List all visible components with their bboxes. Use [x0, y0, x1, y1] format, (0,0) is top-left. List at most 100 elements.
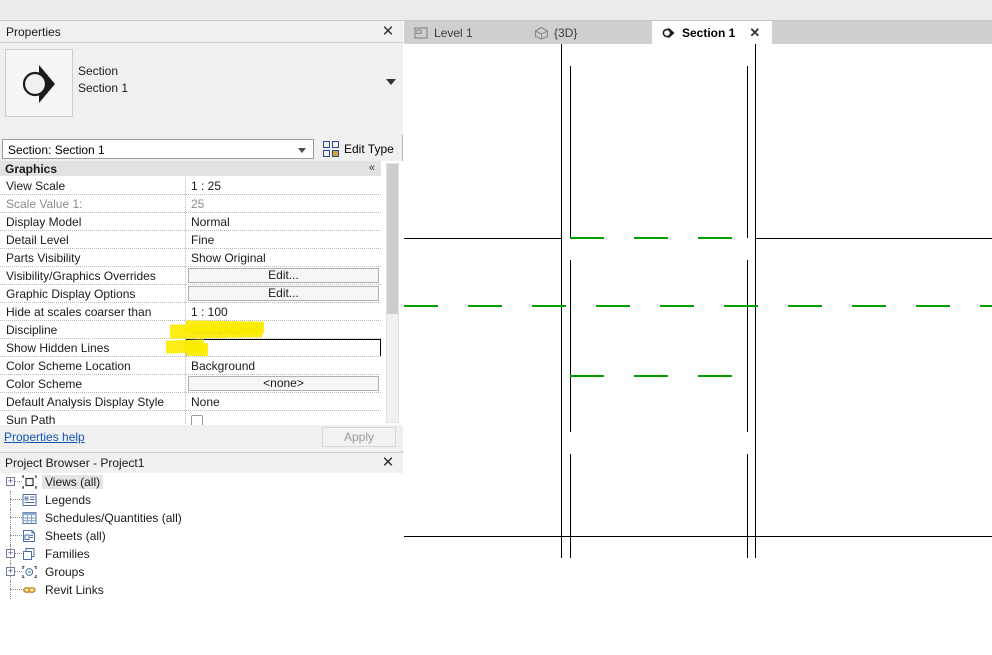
properties-footer: Properties help Apply — [0, 425, 403, 451]
property-row[interactable]: View Scale 1 : 25 — [0, 177, 381, 195]
property-value-cell[interactable]: <none> — [186, 375, 381, 392]
wall-line-vertical — [570, 260, 571, 432]
properties-group-header[interactable]: Graphics « — [0, 161, 381, 177]
hidden-line-dash — [570, 375, 604, 377]
wall-line-vertical — [570, 454, 571, 558]
property-name: Detail Level — [0, 231, 186, 248]
sidebar-item-schedules-quantities-all[interactable]: Schedules/Quantities (all) — [0, 509, 403, 527]
close-icon[interactable]: ✕ — [379, 23, 397, 41]
property-value-cell[interactable]: Coordination — [186, 321, 381, 338]
project-browser-panel: Project Browser - Project1 ✕ + Views (all… — [0, 452, 403, 655]
sidebar-item-legends[interactable]: Legends — [0, 491, 403, 509]
sidebar-item-label: Groups — [45, 565, 85, 579]
property-value-editor[interactable]: All — [186, 339, 381, 356]
properties-help-link[interactable]: Properties help — [4, 430, 85, 444]
3d-view-icon — [534, 26, 549, 40]
hidden-line-dash — [698, 237, 732, 239]
property-row[interactable]: Parts Visibility Show Original — [0, 249, 381, 267]
expand-icon[interactable]: + — [6, 477, 15, 486]
floor-line-horizontal — [404, 536, 992, 537]
hidden-line-dash — [698, 375, 732, 377]
chevron-up-icon[interactable]: « — [369, 162, 375, 174]
property-value-cell[interactable] — [186, 411, 381, 425]
property-value-cell[interactable]: All — [186, 339, 381, 356]
property-value-cell[interactable]: Fine — [186, 231, 381, 248]
property-name: Graphic Display Options — [0, 285, 186, 302]
tree-guide-line — [10, 581, 11, 599]
tab-label: Section 1 — [682, 25, 736, 40]
sidebar-item-views-all[interactable]: + Views (all) — [0, 473, 403, 491]
property-row[interactable]: Sun Path — [0, 411, 381, 425]
property-row[interactable]: Visibility/Graphics Overrides Edit... — [0, 267, 381, 285]
property-value-cell[interactable]: 25 — [186, 195, 381, 212]
view-area: Level 1 {3D} Section 1 ✕ — [404, 21, 992, 655]
property-value-cell[interactable]: 1 : 100 — [186, 303, 381, 320]
group-header-label: Graphics — [5, 162, 58, 176]
revit-window: Properties ✕ Section Section 1 Section: … — [0, 0, 992, 655]
property-row[interactable]: Discipline Coordination — [0, 321, 381, 339]
property-value-cell[interactable]: Normal — [186, 213, 381, 230]
properties-grid: Graphics « View Scale 1 : 25 Scale Value 1… — [0, 161, 403, 425]
left-panel-column: Properties ✕ Section Section 1 Section: … — [0, 21, 403, 655]
sidebar-item-sheets-all[interactable]: Sheets (all) — [0, 527, 403, 545]
floor-line-horizontal — [756, 238, 992, 239]
sidebar-item-groups[interactable]: + Groups — [0, 563, 403, 581]
tab-level-1[interactable]: Level 1 — [404, 21, 524, 44]
property-value-cell[interactable]: Show Original — [186, 249, 381, 266]
property-row[interactable]: Hide at scales coarser than 1 : 100 — [0, 303, 381, 321]
chevron-down-icon — [298, 148, 306, 153]
hidden-line-dash — [634, 237, 668, 239]
expand-icon[interactable]: + — [6, 567, 15, 576]
apply-button[interactable]: Apply — [322, 427, 396, 447]
tab-label: {3D} — [554, 25, 578, 40]
property-row[interactable]: Scale Value 1: 25 — [0, 195, 381, 213]
property-edit-button[interactable]: Edit... — [188, 268, 379, 283]
property-row[interactable]: Default Analysis Display Style None — [0, 393, 381, 411]
type-selector-value: Section: Section 1 — [8, 143, 105, 157]
property-value-cell[interactable]: Background — [186, 357, 381, 374]
wall-line-vertical — [561, 44, 562, 558]
property-edit-button[interactable]: Edit... — [188, 286, 379, 301]
property-value-cell[interactable]: None — [186, 393, 381, 410]
expand-icon[interactable]: + — [6, 549, 15, 558]
section-icon — [662, 26, 676, 40]
wall-line-vertical — [747, 454, 748, 558]
close-icon[interactable]: ✕ — [749, 25, 760, 41]
sidebar-item-revit-links[interactable]: Revit Links — [0, 581, 403, 599]
tab-3d[interactable]: {3D} — [524, 21, 652, 44]
properties-type-header: Section Section 1 — [0, 43, 403, 135]
sheets-icon — [22, 529, 37, 543]
project-browser-title-label: Project Browser - Project1 — [5, 456, 145, 470]
property-edit-button[interactable]: <none> — [188, 376, 379, 391]
property-row[interactable]: Color Scheme Location Background — [0, 357, 381, 375]
property-value-cell[interactable]: Edit... — [186, 285, 381, 302]
property-value-cell[interactable]: Edit... — [186, 267, 381, 284]
chevron-down-icon[interactable] — [386, 79, 396, 85]
tree-guide-line — [10, 517, 22, 518]
property-row[interactable]: Display Model Normal — [0, 213, 381, 231]
property-row[interactable]: Detail Level Fine — [0, 231, 381, 249]
scrollbar-thumb[interactable] — [387, 164, 398, 314]
property-row[interactable]: Show Hidden Lines All — [0, 339, 381, 357]
property-row[interactable]: Graphic Display Options Edit... — [0, 285, 381, 303]
property-name: Parts Visibility — [0, 249, 186, 266]
property-name: Color Scheme — [0, 375, 186, 392]
edit-type-button[interactable]: Edit Type — [320, 139, 397, 159]
properties-scrollbar[interactable] — [386, 163, 399, 423]
type-preview-box — [5, 49, 73, 117]
close-icon[interactable]: ✕ — [379, 454, 397, 472]
hidden-line-dash — [532, 305, 566, 307]
property-value-cell[interactable]: 1 : 25 — [186, 177, 381, 194]
property-name: Scale Value 1: — [0, 195, 186, 212]
property-name: Discipline — [0, 321, 186, 338]
checkbox[interactable] — [191, 415, 203, 425]
wall-line-vertical — [747, 260, 748, 432]
hidden-line-dash — [468, 305, 502, 307]
section-view-canvas[interactable] — [404, 44, 992, 655]
hidden-line-dash — [570, 237, 604, 239]
tab-section-1[interactable]: Section 1 ✕ — [652, 21, 772, 44]
sidebar-item-families[interactable]: + Families — [0, 545, 403, 563]
groups-icon — [22, 565, 37, 579]
property-row[interactable]: Color Scheme <none> — [0, 375, 381, 393]
type-selector-combo[interactable]: Section: Section 1 — [2, 139, 314, 159]
